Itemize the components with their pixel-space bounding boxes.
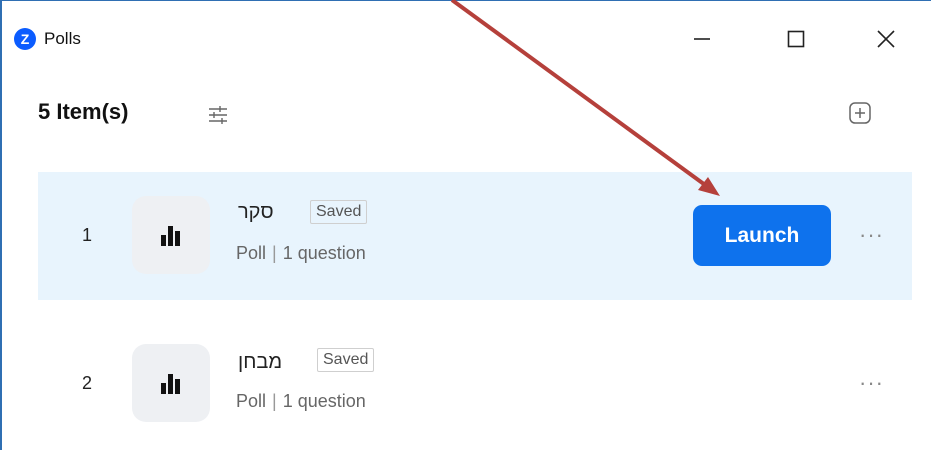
plus-square-icon (849, 102, 871, 124)
poll-tile (132, 196, 210, 274)
polls-window: Z Polls 5 Item(s) 1 סקר Saved Poll | 1 q… (0, 0, 931, 450)
poll-name: סקר (238, 201, 274, 223)
sort-filter-icon[interactable] (207, 104, 229, 131)
row-number: 1 (82, 225, 93, 245)
close-button[interactable] (866, 21, 906, 57)
maximize-button[interactable] (776, 21, 816, 57)
launch-button[interactable]: Launch (693, 205, 831, 266)
minimize-button[interactable] (682, 21, 722, 57)
bar-chart-icon (161, 374, 180, 394)
bar-chart-icon (161, 226, 180, 246)
status-badge: Saved (310, 200, 368, 224)
poll-type: Poll (236, 391, 267, 411)
status-badge: Saved (317, 348, 375, 372)
sliders-icon (209, 106, 227, 124)
maximize-icon (787, 30, 805, 48)
minimize-icon (694, 38, 710, 40)
close-icon (877, 30, 895, 48)
row-number: 2 (82, 373, 93, 393)
poll-meta: Poll | 1 question (236, 243, 366, 264)
poll-type: Poll (236, 243, 267, 263)
zoom-logo-icon: Z (14, 28, 36, 50)
window-title: Polls (44, 29, 81, 48)
add-poll-button[interactable] (848, 101, 872, 130)
more-options-button[interactable]: ··· (859, 370, 884, 396)
poll-name: מבחן (238, 351, 283, 373)
meta-separator: | (272, 243, 277, 263)
question-count: 1 question (282, 243, 366, 263)
poll-meta: Poll | 1 question (236, 391, 366, 412)
meta-separator: | (272, 391, 277, 411)
title-bar: Z Polls (2, 1, 931, 79)
poll-row-2[interactable]: 2 מבחן Saved Poll | 1 question ··· (38, 320, 912, 448)
poll-tile (132, 344, 210, 422)
item-count-label: 5 Item(s) (38, 99, 129, 124)
more-options-button[interactable]: ··· (859, 222, 884, 248)
poll-row-1[interactable]: 1 סקר Saved Poll | 1 question Launch ··· (38, 172, 912, 300)
question-count: 1 question (282, 391, 366, 411)
